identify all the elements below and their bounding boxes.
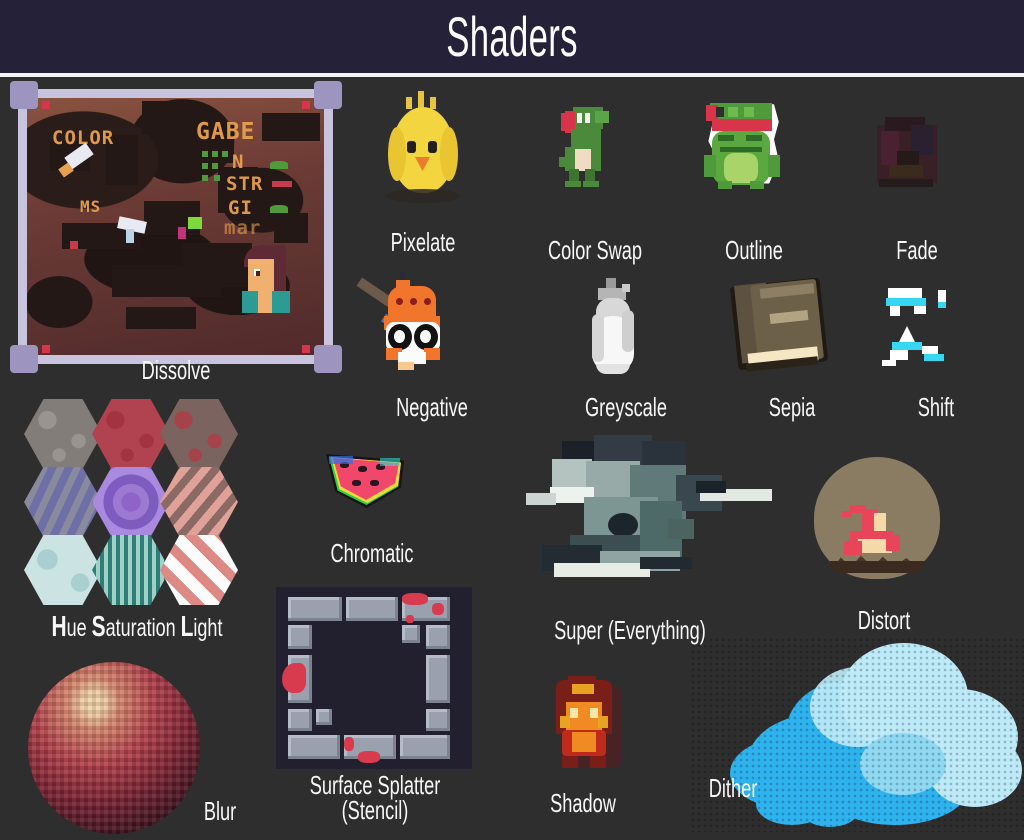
frog-sprite-thumbnail [682, 95, 828, 225]
shader-item-label: Greyscale [585, 392, 667, 422]
hsl-ue: ue [66, 614, 92, 642]
shader-item-chromatic[interactable]: Chromatic [296, 442, 446, 582]
shader-item-label: Shadow [550, 788, 616, 818]
shifted-sprite-thumbnail [862, 272, 1008, 392]
hsl-s: S [91, 611, 106, 643]
shader-item-label: Outline [725, 235, 783, 265]
book-sprite-thumbnail [718, 272, 864, 392]
hsl-ight: ight [193, 614, 223, 642]
dino-sprite-thumbnail [525, 95, 671, 225]
shader-item-pixelate[interactable]: Pixelate [370, 87, 516, 267]
page-title: Shaders [446, 4, 578, 68]
shader-item-dither[interactable]: Dither [690, 637, 1024, 837]
shader-item-negative[interactable]: Negative [356, 272, 504, 432]
shader-item-super[interactable]: Super (Everything) [490, 435, 772, 655]
hsl-h: H [51, 611, 67, 643]
shader-item-distort[interactable]: Distort [790, 447, 980, 647]
shader-item-greyscale[interactable]: Greyscale [552, 272, 698, 432]
shader-item-fade[interactable]: Fade [845, 95, 991, 275]
hexagon-grid-thumbnail [16, 399, 256, 609]
ghost-creature-thumbnail [490, 435, 772, 615]
inverted-cat-sprite-thumbnail [356, 272, 504, 392]
shader-item-label: Surface Splatter (Stencil) [309, 770, 441, 825]
shader-item-dissolve[interactable]: COLOR GABE N STR GI mar MS Dissolve [0, 77, 352, 397]
hsl-aturation: aturation [105, 614, 181, 642]
shader-item-grid: COLOR GABE N STR GI mar MS Dissolve Pixe… [0, 77, 1024, 840]
shaders-gallery-screen: Shaders COLOR GABE N STR GI mar MS Disso… [0, 0, 1024, 840]
shader-item-splatter[interactable]: Surface Splatter (Stencil) [276, 587, 472, 837]
shader-item-label: Color Swap [547, 235, 643, 265]
watermelon-sprite-thumbnail [296, 442, 446, 542]
shader-item-colorswap[interactable]: Color Swap [525, 95, 671, 275]
shader-item-label: Dissolve [141, 355, 211, 385]
shader-item-outline[interactable]: Outline [682, 95, 828, 275]
header-bar: Shaders [0, 0, 1024, 73]
shader-item-blur[interactable]: Blur [20, 662, 270, 837]
shader-item-label: Shift [917, 392, 955, 422]
shader-item-sepia[interactable]: Sepia [718, 272, 864, 432]
grey-blob-sprite-thumbnail [552, 272, 698, 392]
hsl-l: L [180, 611, 194, 643]
shader-item-label: Negative [396, 392, 468, 422]
shader-item-label-hsl: Hue Saturation Light [41, 611, 233, 644]
shader-item-shift[interactable]: Shift [862, 272, 1008, 432]
shader-item-label: Distort [857, 605, 911, 635]
campfire-heathaze-thumbnail [790, 447, 980, 607]
shader-item-label: Fade [896, 235, 938, 265]
faded-sprite-thumbnail [845, 95, 991, 225]
shader-item-label: Chromatic [330, 538, 414, 568]
shader-item-shadow[interactable]: Shadow [510, 672, 656, 832]
shader-item-label: Dither [708, 773, 758, 803]
dissolve-panel-thumbnail: COLOR GABE N STR GI mar MS [0, 77, 352, 373]
character-shadow-sprite-thumbnail [510, 672, 656, 792]
chick-sprite-thumbnail [370, 87, 516, 227]
shader-item-label: Pixelate [390, 227, 456, 257]
stone-frame-splatter-thumbnail [276, 587, 472, 769]
shader-item-hsl[interactable]: Hue Saturation Light [16, 399, 256, 649]
shader-item-label: Sepia [768, 392, 816, 422]
